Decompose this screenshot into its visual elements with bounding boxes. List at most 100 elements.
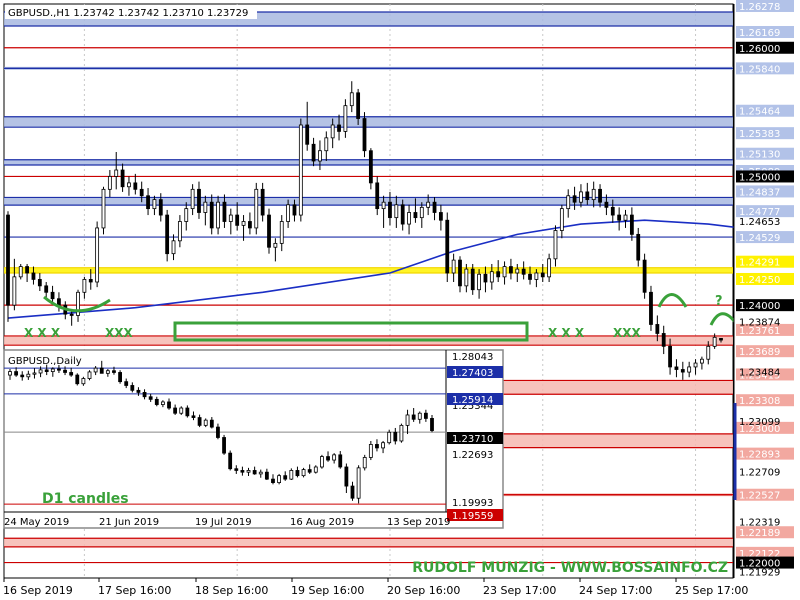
candle-body (69, 372, 74, 376)
candle-body (426, 201, 431, 208)
candle-body (57, 368, 61, 371)
candle-body (430, 418, 434, 431)
level-label: 1.24000 (739, 301, 780, 312)
candle-body (604, 201, 609, 208)
y-tick: 1.22319 (739, 518, 780, 529)
candle-body (8, 371, 12, 376)
candle-body (629, 214, 634, 235)
candle-body (687, 366, 692, 373)
candle-body (719, 337, 723, 341)
candle-body (320, 456, 324, 468)
candle-body (118, 372, 122, 383)
zone-label: 1.25464 (739, 107, 780, 118)
candle-body (222, 437, 226, 454)
candle-body (6, 214, 10, 306)
daily-candle (277, 473, 282, 485)
candle-body (509, 266, 513, 274)
y-tick: 1.23874 (739, 317, 780, 328)
candle-body (598, 188, 602, 203)
candle-body (295, 470, 300, 477)
inset-x-tick: 13 Sep 2019 (387, 517, 450, 528)
candle-body (171, 240, 176, 255)
candle (165, 209, 170, 262)
d1-candles-label: D1 candles (42, 491, 129, 507)
candle-body (93, 367, 98, 373)
candle-body (464, 268, 469, 287)
candle-body (44, 369, 49, 372)
zone-label: 1.23689 (739, 347, 780, 358)
candle-body (706, 345, 711, 360)
candle-body (350, 485, 355, 499)
candle-body (332, 454, 337, 461)
candle-body (375, 444, 379, 449)
daily-candle (222, 434, 226, 455)
candle-body (387, 431, 392, 444)
candle-body (31, 272, 36, 280)
candle-body (38, 369, 43, 374)
candle-body (99, 367, 104, 374)
candle (95, 221, 100, 288)
zone-label: 1.24291 (739, 258, 780, 269)
daily-candle (387, 429, 392, 445)
y-tick: 1.21929 (739, 568, 780, 579)
candle-body (540, 272, 545, 278)
candle-body (502, 266, 507, 278)
x-tick: 23 Sep 17:00 (483, 584, 556, 597)
price-chart[interactable]: X X X XXX X X X XXX? GBPUSD.,H1 1.23742 1.23… (0, 0, 800, 600)
candle (298, 118, 303, 222)
candle-body (228, 214, 233, 222)
y-tick: 1.23484 (739, 368, 780, 379)
candle (254, 182, 259, 235)
candle-body (413, 212, 418, 219)
daily-candle (228, 450, 233, 471)
candle-body (197, 417, 202, 426)
candle-body (636, 233, 641, 261)
daily-candle (356, 465, 361, 504)
zone-label: 1.22893 (739, 450, 780, 461)
candle-body (203, 201, 208, 213)
candle-body (326, 456, 330, 461)
candle-body (553, 230, 558, 260)
candle-body (154, 398, 159, 405)
candle-body (610, 206, 615, 216)
candle-body (286, 204, 291, 222)
candle-body (674, 366, 679, 370)
level-label: 1.26000 (739, 44, 780, 55)
candle-body (330, 124, 335, 139)
candle-body (356, 467, 361, 499)
candle-body (148, 396, 153, 400)
candle-body (241, 221, 246, 226)
candle-body (661, 333, 666, 347)
x-tick: 24 Sep 17:00 (579, 584, 652, 597)
inset-level-label: 1.23710 (452, 434, 493, 445)
candle-body (179, 407, 184, 414)
candle-body (173, 407, 178, 414)
candle-body (32, 372, 37, 375)
inset-x-tick: 16 Aug 2019 (290, 517, 354, 528)
inset-x-tick: 19 Jul 2019 (195, 517, 252, 528)
candle-body (388, 201, 392, 219)
candle-body (668, 345, 672, 368)
candle-body (700, 358, 704, 364)
y-tick: 1.23099 (739, 417, 780, 428)
candle-body (515, 268, 520, 274)
zone-label: 1.25130 (739, 150, 780, 161)
candle-body (160, 401, 165, 405)
candle-body (400, 204, 405, 225)
candle-body (417, 412, 422, 420)
candle-body (277, 475, 282, 483)
candle-body (693, 362, 698, 368)
candle-body (649, 291, 653, 325)
candle-body (120, 169, 125, 188)
candle-body (26, 373, 31, 378)
candle-body (133, 182, 138, 190)
candle-body (146, 195, 150, 210)
zone-blue (4, 159, 733, 166)
candle-body (88, 279, 93, 283)
candle-body (438, 212, 443, 221)
candle-body (579, 191, 583, 203)
x-tick: 17 Sep 16:00 (98, 584, 171, 597)
zone-label: 1.24837 (739, 187, 780, 198)
candle-body (197, 188, 201, 213)
price-axis: 1.26278 1.26169 1.25840 1.25464 1.25383 1.251… (733, 0, 800, 600)
